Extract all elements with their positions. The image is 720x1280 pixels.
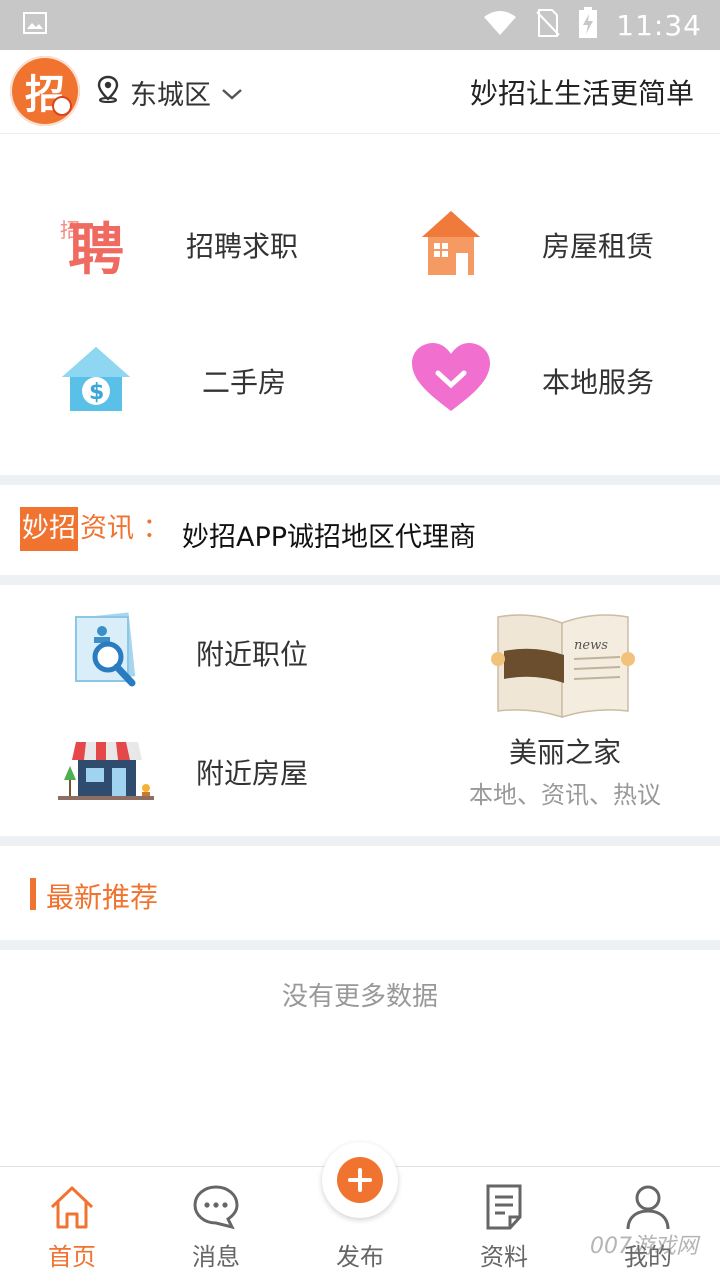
slogan: 妙招让生活更简单 xyxy=(469,77,694,110)
empty-state-text: 没有更多数据 xyxy=(281,982,438,1012)
nav-messages-label: 消息 xyxy=(192,1243,240,1271)
plus-icon xyxy=(337,1157,383,1203)
status-time: 11:34 xyxy=(616,8,702,42)
category-grid: 招 聘 招聘求职 房屋租赁 $ 二手房 本地服务 xyxy=(0,135,720,475)
svg-text:news: news xyxy=(574,638,608,653)
nearby-houses-label: 附近房屋 xyxy=(196,757,309,790)
recruit-icon: 招 聘 xyxy=(58,207,128,283)
status-bar: 11:34 xyxy=(0,0,720,50)
nav-publish-label: 发布 xyxy=(336,1243,384,1271)
publish-button[interactable] xyxy=(322,1142,398,1218)
nearby-jobs-label: 附近职位 xyxy=(196,638,309,671)
ticker-tag-rest: 资讯 ： xyxy=(80,513,170,544)
section-divider xyxy=(0,836,720,846)
logo-magnifier-icon xyxy=(52,96,72,116)
beauty-home-title: 美丽之家 xyxy=(508,736,621,769)
category-rental[interactable]: 房屋租赁 xyxy=(360,175,720,305)
category-label: 招聘求职 xyxy=(186,230,299,263)
newspaper-icon: news xyxy=(490,611,636,725)
beauty-home-subtitle: 本地、资讯、热议 xyxy=(469,781,661,809)
nav-profile-data-label: 资料 xyxy=(480,1243,528,1271)
beauty-home-card[interactable]: news 美丽之家 本地、资讯、热议 xyxy=(440,585,690,835)
ticker-headline[interactable]: 妙招APP诚招地区代理商 xyxy=(182,515,476,554)
nav-home-label: 首页 xyxy=(48,1243,96,1271)
ticker-tag-strong: 妙招 xyxy=(20,507,78,551)
nearby-jobs[interactable]: 附近职位 xyxy=(0,585,400,710)
no-sim-icon xyxy=(536,8,561,42)
nav-home[interactable]: 首页 xyxy=(0,1167,144,1280)
category-label: 本地服务 xyxy=(542,366,655,399)
message-icon xyxy=(192,1183,240,1231)
svg-text:聘: 聘 xyxy=(68,218,124,277)
watermark: 007游戏网 xyxy=(590,1234,698,1259)
category-local-service[interactable]: 本地服务 xyxy=(360,313,720,443)
section-divider xyxy=(0,940,720,950)
house-icon xyxy=(418,207,484,281)
app-header: 招 东城区 妙招让生活更简单 xyxy=(0,50,720,134)
category-label: 房屋租赁 xyxy=(542,230,655,263)
chevron-down-icon xyxy=(221,77,243,108)
ticker-tag: 妙招 资讯 ： xyxy=(20,507,170,551)
dollar-house-icon: $ xyxy=(60,343,132,417)
category-label: 二手房 xyxy=(202,366,287,399)
battery-charging-icon xyxy=(578,7,598,43)
heart-icon xyxy=(410,341,492,417)
nearby-houses[interactable]: 附近房屋 xyxy=(0,710,400,835)
nav-profile-data[interactable]: 资料 xyxy=(432,1167,576,1280)
nearby-section: 附近职位 附近房屋 news 美丽之家 本地、资讯、热议 xyxy=(0,585,720,835)
nav-messages[interactable]: 消息 xyxy=(144,1167,288,1280)
section-accent-bar xyxy=(30,878,36,910)
news-ticker[interactable]: 妙招 资讯 ： 妙招APP诚招地区代理商 xyxy=(0,485,720,575)
home-icon xyxy=(48,1183,96,1231)
image-icon xyxy=(22,10,48,40)
app-logo: 招 xyxy=(10,56,80,126)
shop-icon xyxy=(56,738,156,806)
document-icon xyxy=(480,1183,528,1231)
location-label: 东城区 xyxy=(130,79,211,111)
latest-section-header: 最新推荐 xyxy=(0,846,720,940)
user-icon xyxy=(624,1183,672,1231)
job-search-icon xyxy=(70,611,144,693)
nav-mine[interactable]: 我的 xyxy=(576,1167,720,1280)
wifi-icon xyxy=(482,9,518,41)
category-recruit[interactable]: 招 聘 招聘求职 xyxy=(0,175,360,305)
location-pin-icon xyxy=(96,75,120,110)
location-selector[interactable]: 东城区 xyxy=(96,72,243,112)
section-divider xyxy=(0,475,720,485)
category-second-hand-house[interactable]: $ 二手房 xyxy=(0,313,360,443)
section-divider xyxy=(0,575,720,585)
svg-text:$: $ xyxy=(89,380,104,405)
latest-title: 最新推荐 xyxy=(46,881,159,914)
